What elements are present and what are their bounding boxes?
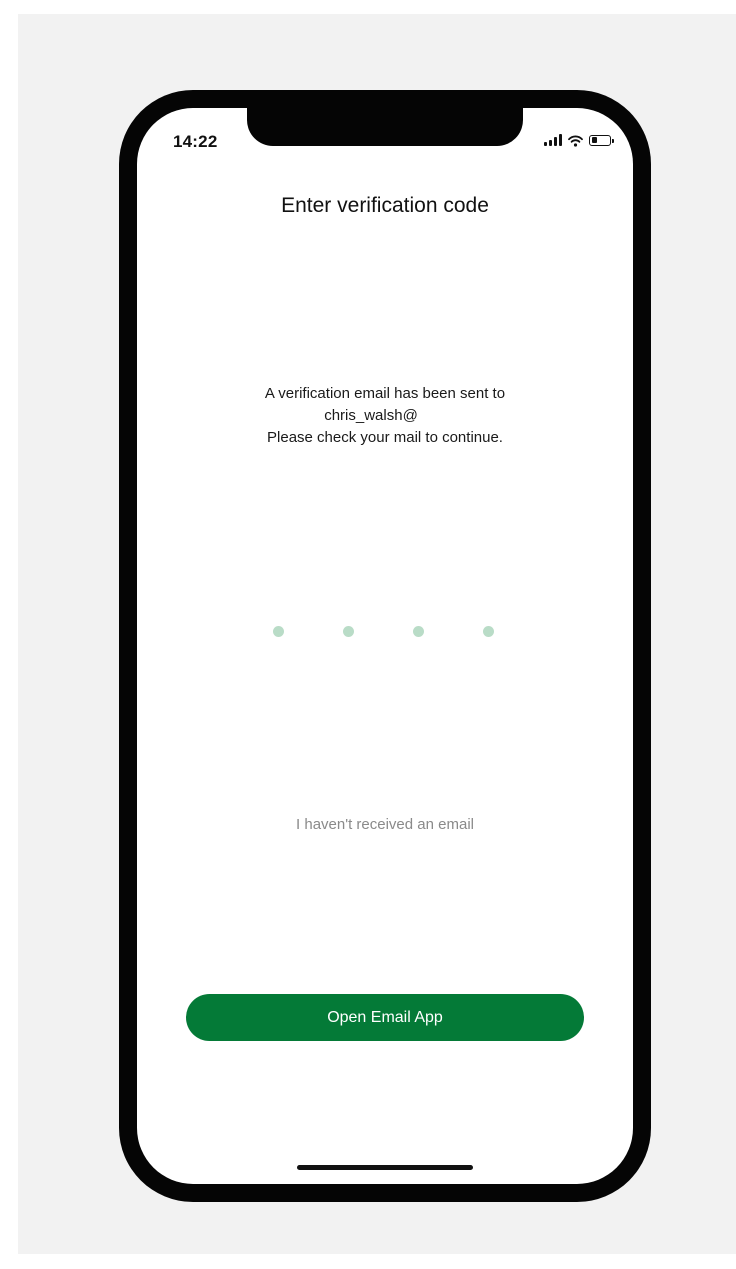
message-line: A verification email has been sent to bbox=[264, 385, 506, 402]
status-icons bbox=[544, 134, 614, 147]
wifi-icon bbox=[568, 134, 583, 147]
status-time: 14:22 bbox=[173, 132, 218, 151]
code-digit-placeholder bbox=[413, 626, 424, 637]
phone-screen: 14:22 Enter verification code A verifica… bbox=[137, 108, 633, 1184]
page-title: Enter verification code bbox=[281, 194, 489, 217]
code-digit-placeholder bbox=[343, 626, 354, 637]
open-email-app-button[interactable]: Open Email App bbox=[186, 994, 584, 1041]
signal-icon bbox=[544, 134, 562, 146]
message-line: Please check your mail to continue. bbox=[267, 429, 503, 446]
battery-icon bbox=[589, 134, 614, 146]
resend-email-link[interactable]: I haven't received an email bbox=[137, 816, 633, 833]
phone-notch bbox=[247, 108, 523, 146]
code-digit-placeholder bbox=[483, 626, 494, 637]
verification-message: A verification email has been sent to ch… bbox=[137, 383, 633, 449]
code-input[interactable] bbox=[273, 626, 494, 637]
message-email: chris_walsh@ bbox=[324, 407, 418, 424]
home-indicator[interactable] bbox=[297, 1165, 473, 1170]
code-digit-placeholder bbox=[273, 626, 284, 637]
